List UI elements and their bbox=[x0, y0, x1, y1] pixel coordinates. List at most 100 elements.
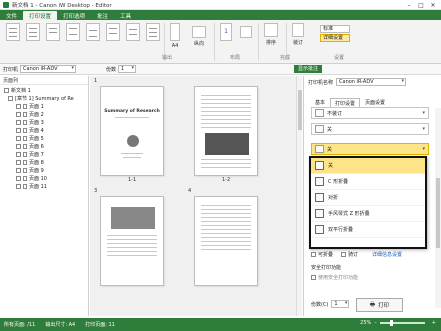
fold-option-z[interactable]: 手风琴式 Z 形折叠 bbox=[311, 206, 425, 222]
rp-printer-select[interactable]: Canon iR-ADV bbox=[336, 78, 407, 86]
seal-image bbox=[127, 135, 139, 147]
collate-button[interactable]: 排序 bbox=[264, 23, 278, 46]
tab-file[interactable]: 文件 bbox=[0, 11, 23, 20]
checkbox[interactable] bbox=[4, 87, 9, 93]
ribbon-layout-7[interactable] bbox=[126, 23, 140, 41]
half-fold-icon bbox=[315, 193, 324, 202]
ribbon-layout-8[interactable] bbox=[146, 23, 160, 41]
ribbon-layout-1[interactable] bbox=[6, 23, 20, 41]
fold-option-off[interactable]: 关 bbox=[311, 158, 425, 174]
photo-image bbox=[205, 133, 249, 155]
scroll-thumb[interactable] bbox=[298, 90, 302, 130]
page-caption: 1-2 bbox=[222, 177, 231, 183]
status-total-pages: 所有页面: /11 bbox=[4, 322, 36, 328]
saddle-checkbox[interactable] bbox=[341, 252, 347, 257]
tree-node-page[interactable]: 页面 7 bbox=[4, 150, 88, 158]
fold-none-icon bbox=[315, 161, 324, 170]
tree-node-page[interactable]: 页面 1 bbox=[4, 102, 88, 110]
fold-option-c[interactable]: C 形折叠 bbox=[311, 174, 425, 190]
tree-node-page[interactable]: 页面 11 bbox=[4, 182, 88, 190]
tree-node-page[interactable]: 页面 2 bbox=[4, 110, 88, 118]
zoom-value: 25% bbox=[360, 320, 372, 326]
ribbon-layout-3[interactable] bbox=[46, 23, 60, 41]
foldable-checkbox[interactable] bbox=[311, 252, 316, 257]
tab-annotation[interactable]: 批注 bbox=[91, 11, 114, 20]
checkbox[interactable] bbox=[8, 95, 13, 101]
zoom-out-icon[interactable]: – bbox=[374, 320, 377, 326]
nup-button[interactable]: 1 bbox=[220, 23, 232, 41]
tree-node-page[interactable]: 页面 10 bbox=[4, 174, 88, 182]
fold-dropdown[interactable]: 关 ▾ bbox=[311, 143, 429, 155]
page-caption: 1-1 bbox=[128, 177, 137, 183]
tab-print-options[interactable]: 打印选项 bbox=[57, 11, 91, 20]
page-icon bbox=[23, 127, 27, 133]
scroll-thumb[interactable] bbox=[436, 178, 440, 248]
detailed-settings-option[interactable]: 详细设置 bbox=[320, 34, 350, 42]
page-group-number: 4 bbox=[188, 188, 192, 194]
fold-option-half[interactable]: 对折 bbox=[311, 190, 425, 206]
zoom-slider[interactable] bbox=[379, 320, 425, 326]
punch-dropdown[interactable]: 关 ▾ bbox=[311, 123, 429, 135]
tree-node-page[interactable]: 页面 3 bbox=[4, 118, 88, 126]
maximize-icon[interactable]: □ bbox=[415, 0, 427, 10]
paper-size-button[interactable]: A4 bbox=[170, 23, 180, 49]
detail-settings-link[interactable]: 详细信息设置 bbox=[372, 251, 402, 258]
page-thumbnail[interactable]: Summary of Research bbox=[100, 86, 164, 176]
page-icon bbox=[23, 151, 27, 157]
page-list-pane: 页面列 新文档 1 [章节 1] Summary of Re 页面 1 页面 2… bbox=[0, 76, 89, 316]
tree-node-page[interactable]: 页面 5 bbox=[4, 134, 88, 142]
copies-input[interactable]: 1 bbox=[118, 65, 137, 73]
zoom-knob[interactable] bbox=[389, 320, 393, 326]
status-sheets: 打印页面: 11 bbox=[85, 322, 115, 328]
orientation-button[interactable]: 纵向 bbox=[192, 23, 206, 47]
rp-copies-label: 份数(C) bbox=[311, 301, 329, 308]
zoom-in-icon[interactable]: + bbox=[432, 320, 436, 326]
staple-button[interactable]: 装订 bbox=[292, 23, 304, 46]
standard-option[interactable]: 标准 bbox=[320, 25, 350, 33]
page-tree: 新文档 1 [章节 1] Summary of Re 页面 1 页面 2 页面 … bbox=[0, 85, 88, 190]
tree-node-page[interactable]: 页面 4 bbox=[4, 126, 88, 134]
show-annotation-button[interactable]: 显示批注 bbox=[294, 65, 323, 73]
ribbon-layout-4[interactable] bbox=[66, 23, 80, 41]
ribbon-layout-2[interactable] bbox=[26, 23, 40, 41]
ribbon-layout-5[interactable] bbox=[86, 23, 100, 41]
tree-node-document[interactable]: 新文档 1 bbox=[4, 86, 88, 94]
page-preview-area[interactable]: 1 Summary of Research 1-1 1-2 3 4 bbox=[90, 76, 302, 316]
page-thumbnail[interactable] bbox=[100, 196, 164, 286]
close-icon[interactable]: ✕ bbox=[427, 0, 439, 10]
tab-print-settings[interactable]: 打印设置 bbox=[23, 11, 58, 20]
secure-checkbox[interactable] bbox=[311, 275, 316, 280]
zoom-control: 25% – + bbox=[356, 320, 436, 326]
printer-select[interactable]: Canon iR-ADV bbox=[20, 65, 77, 73]
preview-scrollbar[interactable] bbox=[296, 76, 302, 316]
page-thumbnail[interactable] bbox=[194, 196, 258, 286]
minimize-icon[interactable]: – bbox=[403, 0, 415, 10]
c-fold-icon bbox=[315, 177, 324, 186]
print-toolbar: 打印机 Canon iR-ADV 份数 1 显示批注 bbox=[0, 64, 441, 75]
punch-icon bbox=[315, 125, 324, 133]
print-button[interactable]: 🖶 打印 bbox=[356, 298, 403, 312]
tree-node-page[interactable]: 页面 6 bbox=[4, 142, 88, 150]
fold-option-double-parallel[interactable]: 双平行折叠 bbox=[311, 222, 425, 238]
title-bar: 新文档 1 - Canon iW Desktop - Editor – □ ✕ bbox=[0, 0, 441, 10]
layout-arrange-button[interactable] bbox=[240, 23, 252, 38]
page-icon bbox=[23, 119, 27, 125]
tree-node-page[interactable]: 页面 8 bbox=[4, 158, 88, 166]
page-thumbnail[interactable] bbox=[194, 86, 258, 176]
tree-node-page[interactable]: 页面 9 bbox=[4, 166, 88, 174]
page-icon bbox=[23, 167, 27, 173]
page-icon bbox=[23, 159, 27, 165]
app-icon bbox=[3, 1, 9, 8]
tab-tools[interactable]: 工具 bbox=[114, 11, 137, 20]
ribbon-layout-6[interactable] bbox=[106, 23, 120, 41]
group-label-finishing: 完成 bbox=[280, 55, 291, 61]
ribbon-divider bbox=[258, 23, 259, 61]
settings-scrollbar[interactable] bbox=[435, 108, 441, 308]
staple-icon bbox=[315, 109, 324, 117]
tree-node-chapter[interactable]: [章节 1] Summary of Re bbox=[4, 94, 88, 102]
staple-dropdown[interactable]: 不装订 ▾ bbox=[311, 107, 429, 119]
status-paper: 输出尺寸: A4 bbox=[45, 322, 76, 328]
app-window: 新文档 1 - Canon iW Desktop - Editor – □ ✕ … bbox=[0, 0, 441, 331]
rp-copies-input[interactable]: 1 bbox=[331, 300, 350, 308]
page-icon bbox=[23, 135, 27, 141]
